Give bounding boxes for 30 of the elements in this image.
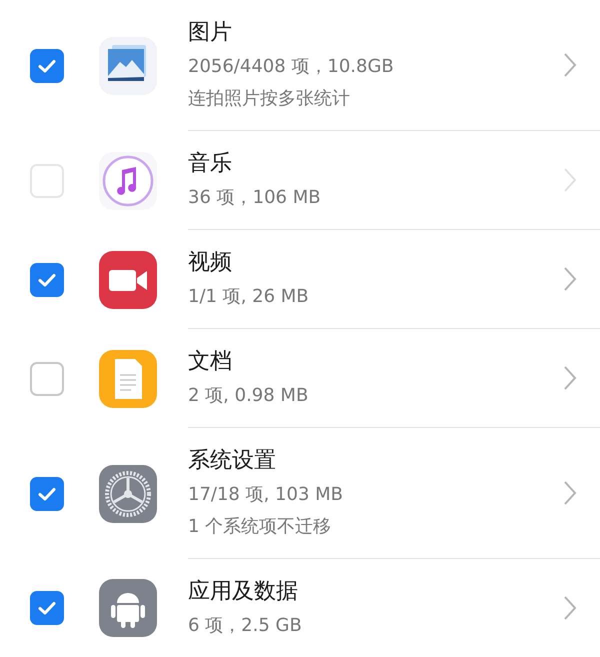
item-title: 音乐 <box>188 150 233 178</box>
chevron-right-icon[interactable] <box>563 595 577 621</box>
android-robot-icon <box>98 578 158 638</box>
chevron-right-icon[interactable] <box>563 266 577 292</box>
item-detail: 6 项，2.5 GB <box>188 614 303 638</box>
photos-icon <box>98 36 158 96</box>
chevron-right-icon[interactable] <box>563 52 577 78</box>
gear-icon <box>98 464 158 524</box>
item-detail: 17/18 项, 103 MB <box>188 483 344 507</box>
item-detail: 1 个系统项不迁移 <box>188 515 332 539</box>
item-title: 视频 <box>188 249 233 277</box>
chevron-right-icon[interactable] <box>563 480 577 506</box>
music-note-icon <box>98 150 158 210</box>
item-title: 系统设置 <box>188 447 277 475</box>
checkbox[interactable] <box>30 362 64 396</box>
checkbox[interactable] <box>30 591 64 625</box>
checkbox[interactable] <box>30 48 64 82</box>
item-detail: 2056/4408 项，10.8GB <box>188 55 395 79</box>
item-detail: 36 项，106 MB <box>188 186 322 210</box>
checkbox[interactable] <box>30 262 64 296</box>
item-title: 文档 <box>188 348 233 376</box>
item-detail: 连拍照片按多张统计 <box>188 87 351 111</box>
video-camera-icon <box>98 250 158 310</box>
item-title: 图片 <box>188 19 233 47</box>
checkbox[interactable] <box>30 476 64 510</box>
document-icon <box>98 348 158 408</box>
item-detail: 2 项, 0.98 MB <box>188 384 310 408</box>
item-detail: 1/1 项, 26 MB <box>188 285 310 309</box>
item-title: 应用及数据 <box>188 578 299 606</box>
chevron-right-icon[interactable] <box>563 365 577 391</box>
